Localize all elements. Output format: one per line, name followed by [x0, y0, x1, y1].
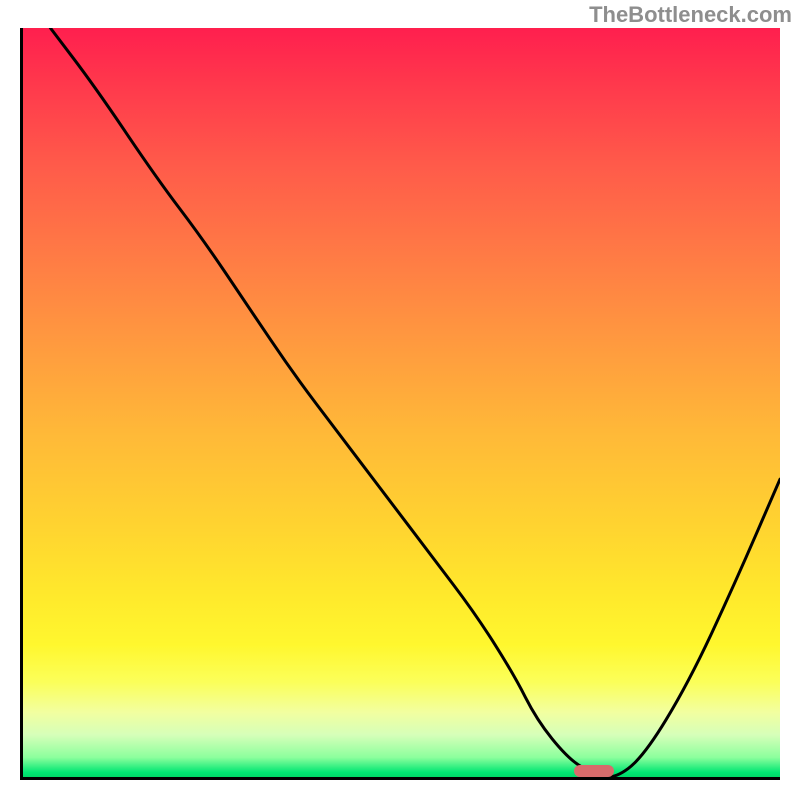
plot-area: [20, 28, 780, 780]
watermark-text: TheBottleneck.com: [589, 2, 792, 28]
axes: [20, 28, 780, 780]
chart-container: TheBottleneck.com: [0, 0, 800, 800]
